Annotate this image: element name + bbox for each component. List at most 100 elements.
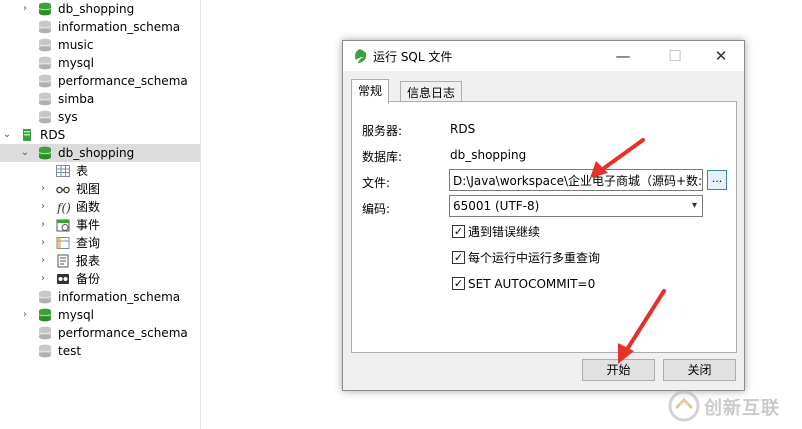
database-gray-icon xyxy=(38,290,52,304)
annotation-arrow-start xyxy=(618,289,666,364)
watermark-logo: 创新互联 xyxy=(668,388,798,424)
tree-item-label: db_shopping xyxy=(58,146,135,160)
tree-item-label: mysql xyxy=(58,308,94,322)
annotation-arrow-file xyxy=(590,138,645,178)
database-gray-icon xyxy=(38,92,52,106)
tree-item-label: db_shopping xyxy=(58,2,135,16)
tree-item-label: 视图 xyxy=(76,182,101,196)
database-green-icon xyxy=(38,2,52,16)
watermark-logo-icon xyxy=(668,390,700,422)
connection-tree: › db_shopping information_schema music mysql… xyxy=(0,0,200,429)
maximize-button[interactable]: ☐ xyxy=(653,41,697,71)
encoding-value: 65001 (UTF-8) xyxy=(453,199,540,213)
tree-item-[interactable]: › 报表 xyxy=(0,252,200,270)
encoding-label: 编码: xyxy=(362,202,391,216)
tree-item-label: 查询 xyxy=(76,236,101,250)
watermark-text: 创新互联 xyxy=(704,398,780,419)
continue-on-error-checkbox[interactable]: ✓ 遇到错误继续 xyxy=(452,224,612,240)
tree-divider xyxy=(200,0,201,429)
navicat-leaf-icon xyxy=(355,49,367,63)
tree-item-[interactable]: › 视图 xyxy=(0,180,200,198)
tree-item-label: 表 xyxy=(76,164,89,178)
table-icon xyxy=(56,164,70,178)
function-icon: f() xyxy=(56,200,71,215)
dialog-titlebar: 运行 SQL 文件 — ☐ ✕ xyxy=(343,41,744,71)
tree-item-label: 函数 xyxy=(76,200,101,214)
tree-item-label: 备份 xyxy=(76,272,101,286)
tree-item-mysql[interactable]: › mysql xyxy=(0,306,200,324)
checkbox-checked-icon: ✓ xyxy=(452,251,465,264)
run-sql-file-dialog: 运行 SQL 文件 — ☐ ✕ 常规 信息日志 服务器: RDS 数据库: db… xyxy=(342,40,745,391)
tree-item-db-shopping[interactable]: › db_shopping xyxy=(0,0,200,18)
multiple-queries-checkbox[interactable]: ✓ 每个运行中运行多重查询 xyxy=(452,250,652,266)
tree-item-simba[interactable]: simba xyxy=(0,90,200,108)
database-value: db_shopping xyxy=(450,148,527,162)
file-label: 文件: xyxy=(362,176,391,190)
close-button[interactable]: 关闭 xyxy=(663,359,736,381)
tree-item-label: information_schema xyxy=(58,290,181,304)
tree-item-label: 事件 xyxy=(76,218,101,232)
minimize-button[interactable]: — xyxy=(601,41,645,71)
database-gray-icon xyxy=(38,110,52,124)
database-green-icon xyxy=(38,146,52,160)
backup-icon xyxy=(56,272,70,286)
tree-item-label: test xyxy=(58,344,82,358)
database-green-icon xyxy=(38,308,52,322)
server-value: RDS xyxy=(450,122,476,136)
file-path-input[interactable]: D:\Java\workspace\企业电子商城（源码+数: xyxy=(449,169,703,191)
query-icon xyxy=(56,236,70,250)
tree-item-music[interactable]: music xyxy=(0,36,200,54)
database-gray-icon xyxy=(38,20,52,34)
event-icon xyxy=(56,218,70,232)
tree-item-performance-schema[interactable]: performance_schema xyxy=(0,324,200,342)
expanded-chevron-icon[interactable]: ⌄ xyxy=(2,129,12,141)
tree-item-rds[interactable]: ⌄ RDS xyxy=(0,126,200,144)
server-label: 服务器: xyxy=(362,124,403,138)
tree-item-label: sys xyxy=(58,110,78,124)
server-icon xyxy=(20,128,34,142)
expanded-chevron-icon[interactable]: ⌄ xyxy=(20,147,30,159)
tree-item-[interactable]: › f() 函数 xyxy=(0,198,200,216)
tree-item-test[interactable]: test xyxy=(0,342,200,360)
database-label: 数据库: xyxy=(362,150,403,164)
collapsed-chevron-icon[interactable]: › xyxy=(38,183,48,195)
tree-item-information-schema[interactable]: information_schema xyxy=(0,288,200,306)
checkbox-checked-icon: ✓ xyxy=(452,277,465,290)
tab-general[interactable]: 常规 xyxy=(351,79,390,104)
database-gray-icon xyxy=(38,326,52,340)
dialog-title: 运行 SQL 文件 xyxy=(373,50,453,64)
tree-item-[interactable]: › 查询 xyxy=(0,234,200,252)
autocommit-label: SET AUTOCOMMIT=0 xyxy=(468,277,596,291)
database-gray-icon xyxy=(38,74,52,88)
tree-item-label: RDS xyxy=(40,128,66,142)
collapsed-chevron-icon[interactable]: › xyxy=(38,237,48,249)
tree-item-information-schema[interactable]: information_schema xyxy=(0,18,200,36)
svg-text:f(): f() xyxy=(56,201,70,214)
tree-item-sys[interactable]: sys xyxy=(0,108,200,126)
collapsed-chevron-icon[interactable]: › xyxy=(38,219,48,231)
collapsed-chevron-icon[interactable]: › xyxy=(38,255,48,267)
collapsed-chevron-icon[interactable]: › xyxy=(20,309,30,321)
tree-item-[interactable]: 表 xyxy=(0,162,200,180)
tree-item-label: 报表 xyxy=(76,254,101,268)
close-window-button[interactable]: ✕ xyxy=(699,41,743,71)
tree-item-label: simba xyxy=(58,92,95,106)
encoding-select[interactable]: 65001 (UTF-8) ▾ xyxy=(449,195,703,217)
general-panel: 服务器: RDS 数据库: db_shopping 文件: D:\Java\wo… xyxy=(351,101,737,353)
tree-item-db-shopping[interactable]: ⌄ db_shopping xyxy=(0,144,200,162)
tree-item-label: performance_schema xyxy=(58,326,188,340)
tree-item-label: mysql xyxy=(58,56,94,70)
tree-item-label: information_schema xyxy=(58,20,181,34)
collapsed-chevron-icon[interactable]: › xyxy=(38,273,48,285)
database-gray-icon xyxy=(38,344,52,358)
tree-item-[interactable]: › 备份 xyxy=(0,270,200,288)
multiple-queries-label: 每个运行中运行多重查询 xyxy=(468,251,601,265)
collapsed-chevron-icon[interactable]: › xyxy=(20,3,30,15)
tree-item-mysql[interactable]: mysql xyxy=(0,54,200,72)
view-icon xyxy=(56,182,70,196)
tree-item-[interactable]: › 事件 xyxy=(0,216,200,234)
collapsed-chevron-icon[interactable]: › xyxy=(38,201,48,213)
browse-button[interactable]: ... xyxy=(707,170,727,190)
tree-item-performance-schema[interactable]: performance_schema xyxy=(0,72,200,90)
database-gray-icon xyxy=(38,56,52,70)
